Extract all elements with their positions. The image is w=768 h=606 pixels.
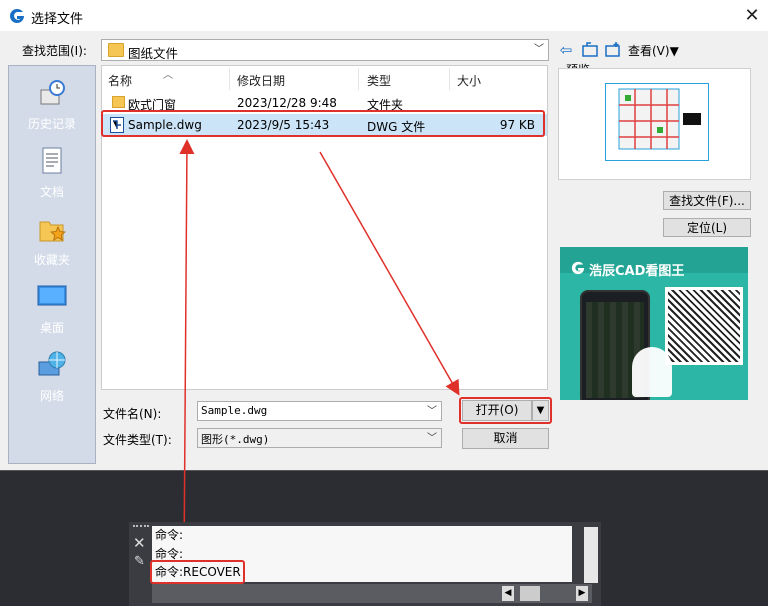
arrow-to-file [179,139,195,563]
annotation-arrows [179,139,460,563]
command-highlight [150,560,245,584]
grip-handle-icon[interactable] [133,525,149,531]
scroll-right-icon[interactable]: ▶ [576,586,588,601]
command-input[interactable]: ◀ ▶ [152,584,592,603]
arrow-to-open [319,151,460,396]
scroll-left-icon[interactable]: ◀ [502,586,514,601]
close-icon[interactable]: ✕ [133,534,146,552]
pencil-icon[interactable]: ✎ [134,554,145,569]
vertical-scrollbar[interactable] [584,527,598,583]
command-history-line: 命令: [152,526,572,545]
scroll-thumb[interactable] [520,586,540,601]
